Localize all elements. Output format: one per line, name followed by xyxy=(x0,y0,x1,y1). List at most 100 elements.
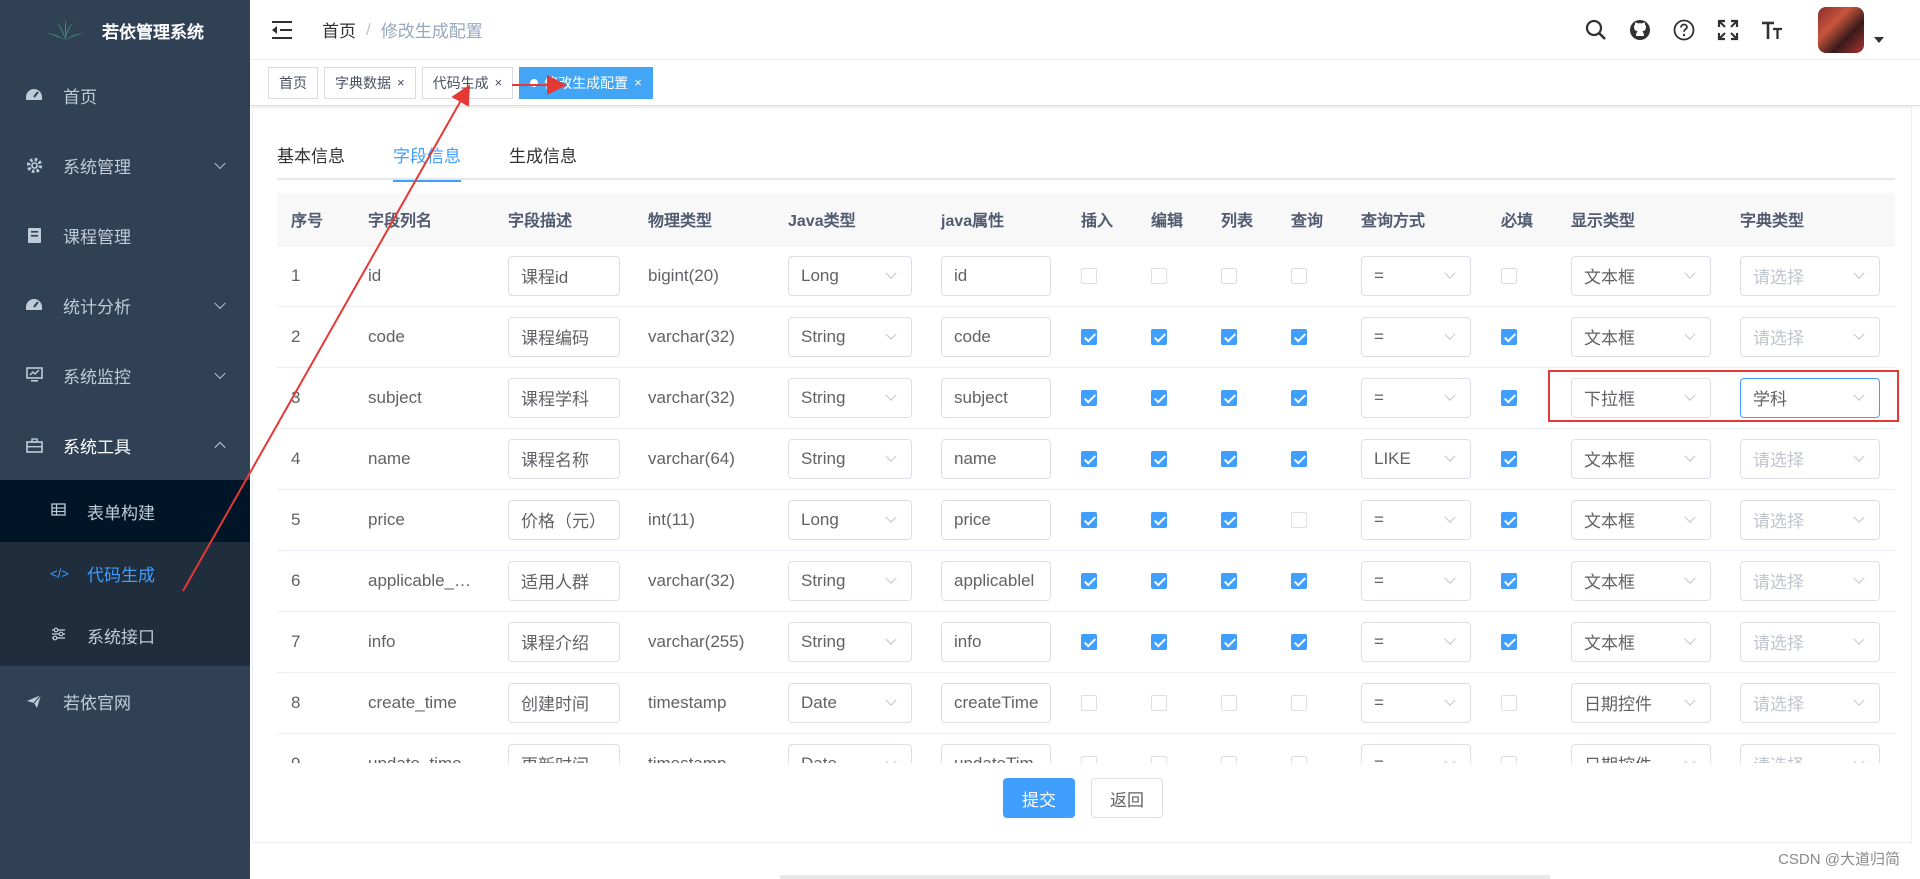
select-input[interactable]: = xyxy=(1361,316,1471,357)
select-input[interactable]: 请选择 xyxy=(1740,560,1880,601)
text-input[interactable]: 课程名称 xyxy=(508,438,620,479)
select-input[interactable]: String xyxy=(788,621,912,662)
caret-down-icon[interactable] xyxy=(1874,37,1884,43)
checkbox[interactable] xyxy=(1151,694,1167,711)
sidebar-item-course-management[interactable]: 课程管理 xyxy=(0,200,250,270)
select-input[interactable]: String xyxy=(788,560,912,601)
select-input[interactable]: Date xyxy=(788,743,912,763)
checkbox[interactable] xyxy=(1081,572,1097,589)
select-input[interactable]: Long xyxy=(788,255,912,296)
text-input[interactable]: price xyxy=(941,499,1051,540)
text-input[interactable]: 课程id xyxy=(508,255,620,296)
sidebar-item-system-management[interactable]: 系统管理 xyxy=(0,130,250,200)
checkbox[interactable] xyxy=(1081,450,1097,467)
select-input[interactable]: 日期控件 xyxy=(1571,682,1711,723)
checkbox[interactable] xyxy=(1081,328,1097,345)
sidebar-item-ruoyi-site[interactable]: 若依官网 xyxy=(0,666,250,736)
checkbox[interactable] xyxy=(1501,694,1517,711)
checkbox[interactable] xyxy=(1291,267,1307,284)
select-input[interactable]: 文本框 xyxy=(1571,316,1711,357)
checkbox[interactable] xyxy=(1151,328,1167,345)
text-input[interactable]: applicablel xyxy=(941,560,1051,601)
checkbox[interactable] xyxy=(1221,633,1237,650)
checkbox[interactable] xyxy=(1221,328,1237,345)
sidebar-item-home[interactable]: 首页 xyxy=(0,60,250,130)
submit-button[interactable]: 提交 xyxy=(1003,778,1075,818)
text-input[interactable]: code xyxy=(941,316,1051,357)
checkbox[interactable] xyxy=(1081,267,1097,284)
checkbox[interactable] xyxy=(1081,389,1097,406)
hamburger-icon[interactable] xyxy=(272,20,294,39)
select-input[interactable]: String xyxy=(788,377,912,418)
checkbox[interactable] xyxy=(1291,572,1307,589)
select-input[interactable]: 请选择 xyxy=(1740,499,1880,540)
text-input[interactable]: name xyxy=(941,438,1051,479)
tag-home[interactable]: 首页 xyxy=(268,66,318,99)
text-input[interactable]: 适用人群 xyxy=(508,560,620,601)
select-input[interactable]: 下拉框 xyxy=(1571,377,1711,418)
text-input[interactable]: 课程介绍 xyxy=(508,621,620,662)
select-input[interactable]: LIKE xyxy=(1361,438,1471,479)
checkbox[interactable] xyxy=(1501,328,1517,345)
checkbox[interactable] xyxy=(1221,267,1237,284)
checkbox[interactable] xyxy=(1501,755,1517,763)
checkbox[interactable] xyxy=(1151,633,1167,650)
checkbox[interactable] xyxy=(1081,633,1097,650)
checkbox[interactable] xyxy=(1151,450,1167,467)
checkbox[interactable] xyxy=(1081,511,1097,528)
sidebar-item-monitor[interactable]: 系统监控 xyxy=(0,340,250,410)
scrollbar-track[interactable] xyxy=(780,875,1550,879)
sidebar-item-statistics[interactable]: 统计分析 xyxy=(0,270,250,340)
text-input[interactable]: updateTim xyxy=(941,743,1051,763)
select-input[interactable]: String xyxy=(788,438,912,479)
select-input[interactable]: 请选择 xyxy=(1740,682,1880,723)
select-input[interactable]: 请选择 xyxy=(1740,438,1880,479)
checkbox[interactable] xyxy=(1221,694,1237,711)
text-input[interactable]: id xyxy=(941,255,1051,296)
text-input[interactable]: subject xyxy=(941,377,1051,418)
checkbox[interactable] xyxy=(1291,694,1307,711)
checkbox[interactable] xyxy=(1221,755,1237,763)
text-input[interactable]: info xyxy=(941,621,1051,662)
checkbox[interactable] xyxy=(1291,511,1307,528)
checkbox[interactable] xyxy=(1221,511,1237,528)
checkbox[interactable] xyxy=(1081,755,1097,763)
tab-basic-info[interactable]: 基本信息 xyxy=(277,128,345,180)
checkbox[interactable] xyxy=(1151,389,1167,406)
text-input[interactable]: 价格（元） xyxy=(508,499,620,540)
text-input[interactable]: 创建时间 xyxy=(508,682,620,723)
select-input[interactable]: 请选择 xyxy=(1740,743,1880,763)
checkbox[interactable] xyxy=(1081,694,1097,711)
sidebar-item-form-builder[interactable]: 表单构建 xyxy=(0,480,250,542)
checkbox[interactable] xyxy=(1501,389,1517,406)
tab-field-info[interactable]: 字段信息 xyxy=(393,128,461,182)
select-input[interactable]: Date xyxy=(788,682,912,723)
font-size-icon[interactable] xyxy=(1750,0,1794,60)
select-input[interactable]: 日期控件 xyxy=(1571,743,1711,763)
select-input[interactable]: 文本框 xyxy=(1571,621,1711,662)
checkbox[interactable] xyxy=(1291,755,1307,763)
checkbox[interactable] xyxy=(1291,450,1307,467)
close-icon[interactable]: × xyxy=(397,75,405,90)
close-icon[interactable]: × xyxy=(495,75,503,90)
select-input[interactable]: = xyxy=(1361,743,1471,763)
select-input[interactable]: 请选择 xyxy=(1740,316,1880,357)
tag-code-gen[interactable]: 代码生成 × xyxy=(421,66,514,99)
search-icon[interactable] xyxy=(1574,0,1618,60)
select-input[interactable]: = xyxy=(1361,499,1471,540)
select-input[interactable]: 文本框 xyxy=(1571,499,1711,540)
select-input[interactable]: = xyxy=(1361,682,1471,723)
tag-dict-data[interactable]: 字典数据 × xyxy=(324,66,416,99)
select-input[interactable]: = xyxy=(1361,560,1471,601)
checkbox[interactable] xyxy=(1221,450,1237,467)
fullscreen-icon[interactable] xyxy=(1706,0,1750,60)
back-button[interactable]: 返回 xyxy=(1091,778,1163,818)
logo[interactable]: 若依管理系统 xyxy=(0,0,250,60)
checkbox[interactable] xyxy=(1501,633,1517,650)
select-input[interactable]: 请选择 xyxy=(1740,255,1880,296)
sidebar-item-system-api[interactable]: 系统接口 xyxy=(0,604,250,666)
checkbox[interactable] xyxy=(1221,572,1237,589)
breadcrumb-home[interactable]: 首页 xyxy=(322,17,356,42)
close-icon[interactable]: × xyxy=(634,75,642,90)
select-input[interactable]: 请选择 xyxy=(1740,621,1880,662)
